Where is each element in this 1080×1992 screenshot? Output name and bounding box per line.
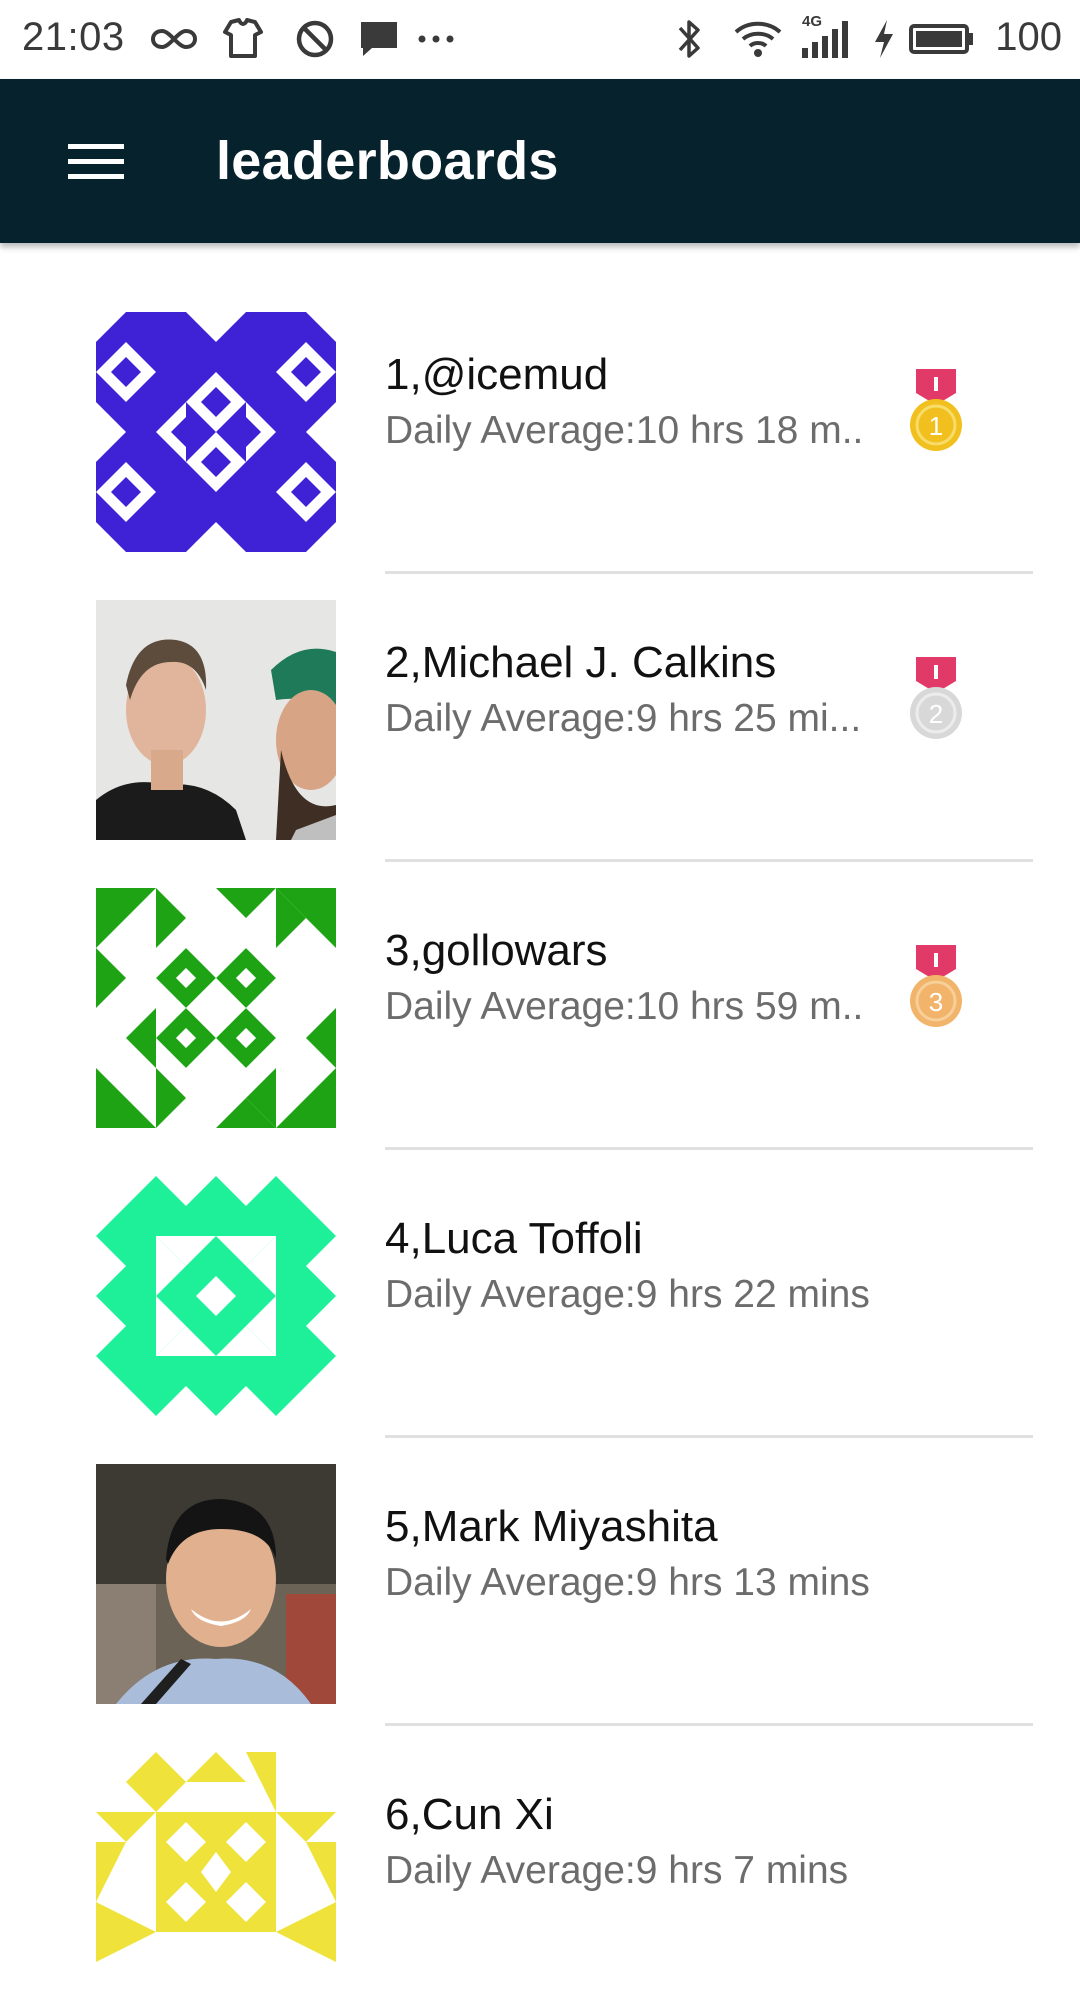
menu-icon[interactable] <box>52 123 138 199</box>
list-item[interactable]: 4,Luca Toffoli Daily Average:9 hrs 22 mi… <box>0 1107 1080 1438</box>
status-bar: 21:03 4G 100 <box>0 0 1080 79</box>
list-item[interactable]: 5,Mark Miyashita Daily Average:9 hrs 13 … <box>0 1395 1080 1726</box>
battery-icon <box>909 24 973 54</box>
more-icon <box>418 35 454 43</box>
menu-line <box>68 173 124 179</box>
user-name: 6,Cun Xi <box>385 1790 554 1839</box>
user-name: 4,Luca Toffoli <box>385 1214 643 1263</box>
menu-line <box>68 158 124 164</box>
avatar <box>96 600 336 840</box>
message-icon <box>361 22 397 56</box>
daily-average: Daily Average:9 hrs 13 mins <box>385 1561 870 1604</box>
medal-rank: 1 <box>929 411 943 441</box>
identicon-yellow <box>96 1752 336 1992</box>
silver-medal-icon: 2 <box>910 657 962 739</box>
list-item[interactable]: 6,Cun Xi Daily Average:9 hrs 7 mins <box>0 1683 1080 1992</box>
daily-average: Daily Average:9 hrs 22 mins <box>385 1273 870 1316</box>
leaderboard-list[interactable]: 1,@icemud Daily Average:10 hrs 18 m.. 1 <box>0 243 1080 1992</box>
daily-average: Daily Average:10 hrs 59 m.. <box>385 985 864 1028</box>
wifi-icon <box>734 21 782 57</box>
page-title: leaderboards <box>216 131 559 191</box>
medal-rank: 2 <box>929 699 943 729</box>
gold-medal-icon: 1 <box>910 369 962 451</box>
status-time: 21:03 <box>22 15 125 59</box>
profile-photo <box>96 1464 336 1704</box>
avatar <box>96 1464 336 1704</box>
medal-rank: 3 <box>929 987 943 1017</box>
daily-average: Daily Average:9 hrs 25 mi... <box>385 697 862 740</box>
daily-average: Daily Average:10 hrs 18 m.. <box>385 409 864 452</box>
identicon-mint <box>96 1176 336 1416</box>
shirt-icon <box>223 18 263 58</box>
list-item[interactable]: 3,gollowars Daily Average:10 hrs 59 m.. … <box>0 819 1080 1150</box>
avatar <box>96 1752 336 1992</box>
list-item[interactable]: 1,@icemud Daily Average:10 hrs 18 m.. 1 <box>0 243 1080 574</box>
bluetooth-icon <box>678 20 700 58</box>
user-name: 5,Mark Miyashita <box>385 1502 718 1551</box>
user-name: 1,@icemud <box>385 350 609 399</box>
user-name: 2,Michael J. Calkins <box>385 638 777 687</box>
app-bar: leaderboards <box>0 79 1080 243</box>
infinity-icon <box>150 28 198 50</box>
battery-percent: 100 <box>995 15 1062 59</box>
signal-icon <box>802 21 848 58</box>
daily-average: Daily Average:9 hrs 7 mins <box>385 1849 849 1892</box>
identicon-green <box>96 888 336 1128</box>
blocked-icon <box>296 20 334 58</box>
menu-line <box>68 143 124 149</box>
user-name: 3,gollowars <box>385 926 608 975</box>
list-item[interactable]: 2,Michael J. Calkins Daily Average:9 hrs… <box>0 531 1080 862</box>
avatar <box>96 312 336 552</box>
charging-icon <box>875 20 893 58</box>
profile-photo <box>96 600 336 840</box>
bronze-medal-icon: 3 <box>910 945 962 1027</box>
avatar <box>96 888 336 1128</box>
avatar <box>96 1176 336 1416</box>
identicon-blue <box>96 312 336 552</box>
